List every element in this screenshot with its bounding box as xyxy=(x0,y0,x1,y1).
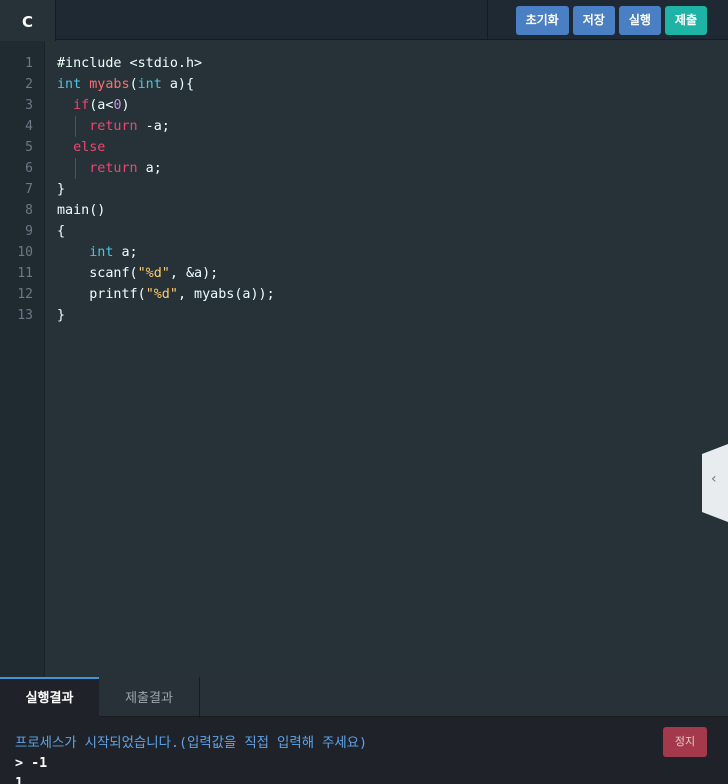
code-line: int myabs(int a){ xyxy=(57,77,195,92)
submit-button[interactable]: 제출 xyxy=(664,6,707,35)
code-line: return a; xyxy=(57,158,275,179)
line-number: 2 xyxy=(25,77,33,92)
indent-guide xyxy=(75,158,76,179)
stop-button[interactable]: 정지 xyxy=(663,727,707,757)
process-status-text: 프로세스가 시작되었습니다.(입력값을 직접 입력해 주세요) xyxy=(15,736,368,751)
line-numbers: 1 2 3 4 5 6 7 8 9 10 11 12 13 xyxy=(0,53,33,326)
code-line: } xyxy=(57,182,66,197)
code-line: else xyxy=(73,140,106,155)
save-button[interactable]: 저장 xyxy=(572,6,615,35)
line-number: 11 xyxy=(17,266,33,281)
result-tabs: 실행결과 제출결과 xyxy=(0,677,728,718)
line-number: 13 xyxy=(17,308,33,323)
indent-guide xyxy=(75,116,76,137)
line-number: 1 xyxy=(25,56,33,71)
code-line: main() xyxy=(57,203,106,218)
editor-top-bar: C 초기화 저장 실행 제출 xyxy=(0,0,728,41)
code-line: #include <stdio.h> xyxy=(57,56,203,71)
code-line: printf("%d", myabs(a)); xyxy=(57,287,275,302)
side-panel-toggle[interactable]: ‹ xyxy=(702,444,728,522)
line-number: 10 xyxy=(17,245,33,260)
run-button[interactable]: 실행 xyxy=(618,6,661,35)
line-number: 8 xyxy=(25,203,33,218)
line-number: 9 xyxy=(25,224,33,239)
code-line: if(a<0) xyxy=(73,98,130,113)
code-line: scanf("%d", &a); xyxy=(57,266,219,281)
console-output[interactable]: 프로세스가 시작되었습니다.(입력값을 직접 입력해 주세요) > -1 1 xyxy=(15,734,367,784)
code-editor-app: C 초기화 저장 실행 제출 1 2 3 4 5 6 7 8 9 10 11 1… xyxy=(0,0,728,784)
result-panel: 실행결과 제출결과 프로세스가 시작되었습니다.(입력값을 직접 입력해 주세요… xyxy=(0,677,728,784)
reset-button[interactable]: 초기화 xyxy=(515,6,569,35)
line-number: 12 xyxy=(17,287,33,302)
language-tab[interactable]: C xyxy=(0,0,56,41)
toolbar-divider xyxy=(487,0,488,40)
console-result-line: 1 xyxy=(15,776,24,784)
line-number-gutter: 1 2 3 4 5 6 7 8 9 10 11 12 13 xyxy=(0,41,45,677)
chevron-left-icon: ‹ xyxy=(711,471,717,487)
tab-submit-result[interactable]: 제출결과 xyxy=(99,677,200,718)
code-area[interactable]: #include <stdio.h> int myabs(int a){ if(… xyxy=(57,53,275,326)
line-number: 3 xyxy=(25,98,33,113)
code-line: } xyxy=(57,308,66,323)
editor-toolbar: 초기화 저장 실행 제출 xyxy=(515,6,707,35)
code-line: return -a; xyxy=(57,116,275,137)
line-number: 5 xyxy=(25,140,33,155)
code-editor[interactable]: 1 2 3 4 5 6 7 8 9 10 11 12 13 #include <… xyxy=(0,41,728,677)
console-input-line: > -1 xyxy=(15,756,48,771)
line-number: 7 xyxy=(25,182,33,197)
line-number: 4 xyxy=(25,119,33,134)
line-number: 6 xyxy=(25,161,33,176)
tab-run-result[interactable]: 실행결과 xyxy=(0,677,99,718)
code-line: { xyxy=(57,224,66,239)
code-line: int a; xyxy=(89,245,138,260)
